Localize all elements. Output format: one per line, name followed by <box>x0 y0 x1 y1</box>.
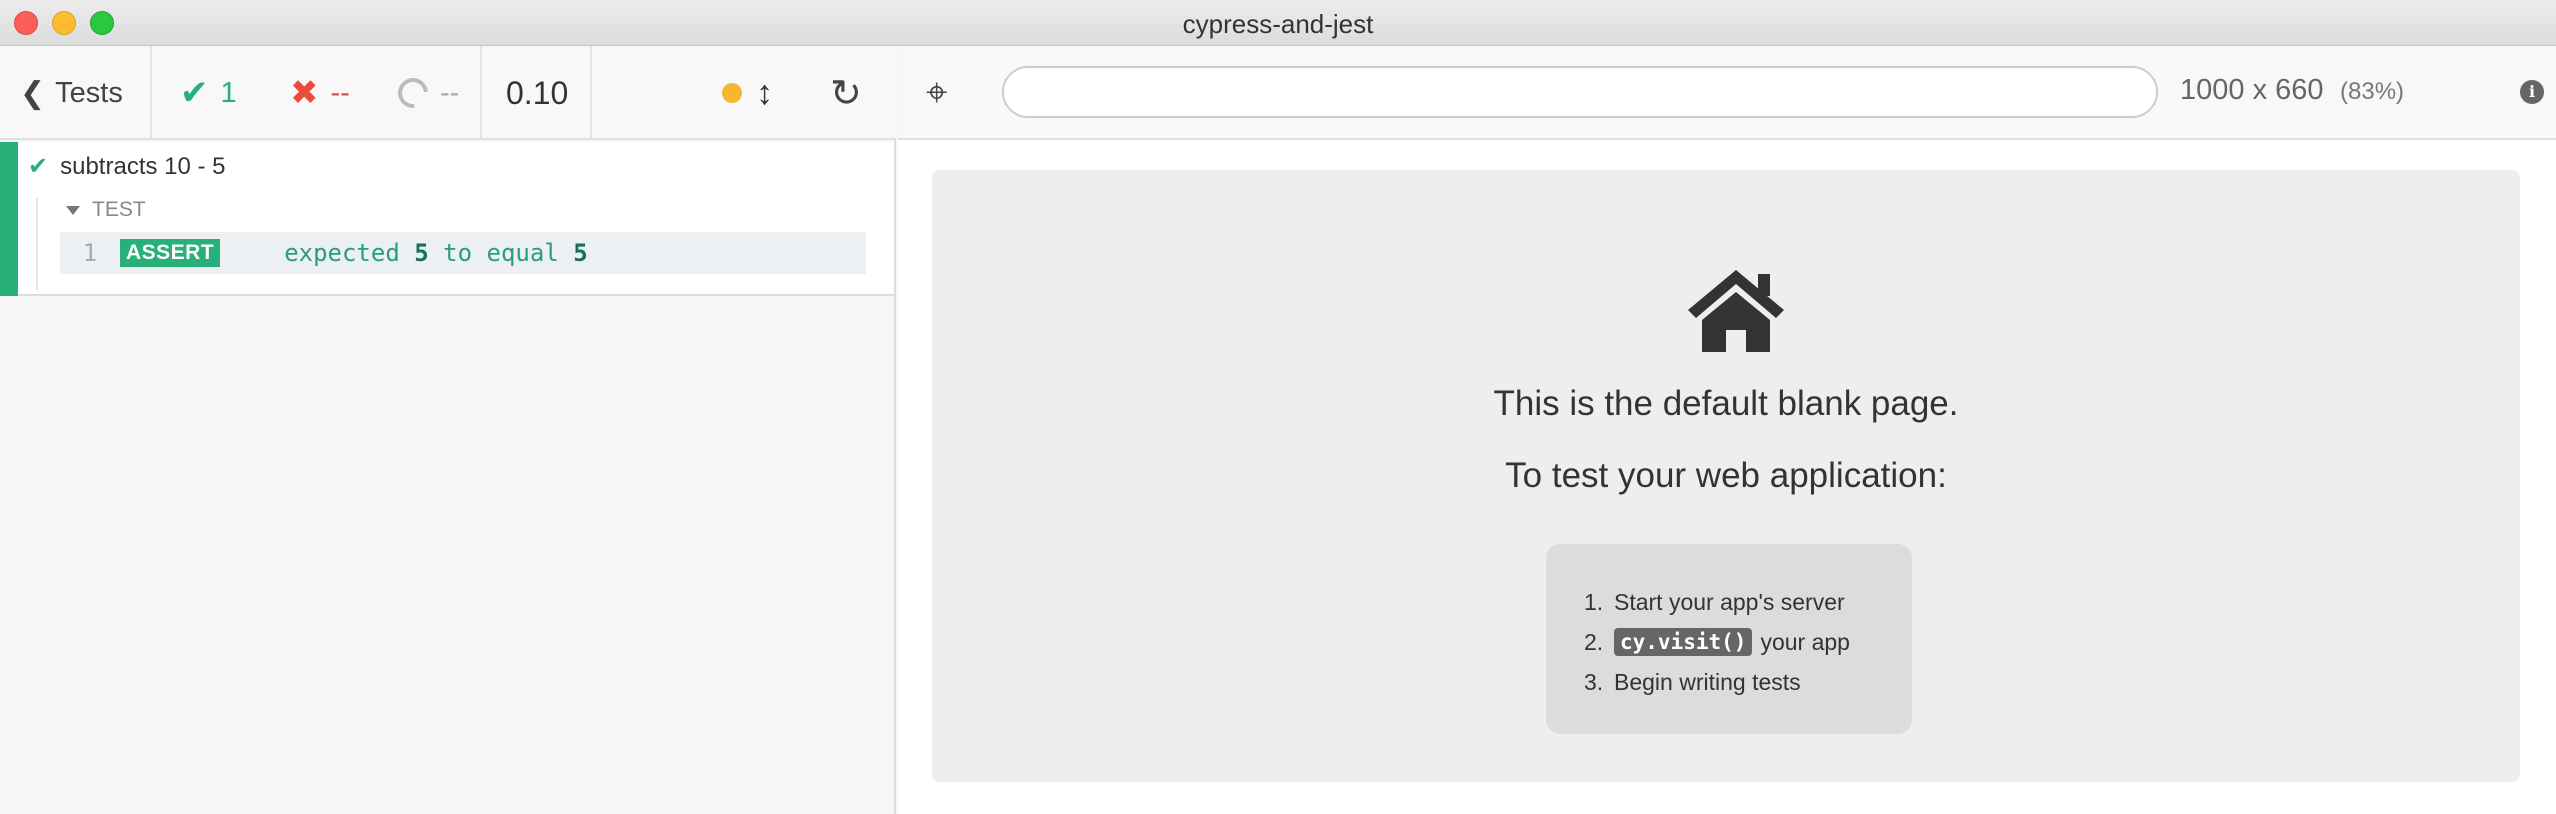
step-text: Start your app's server <box>1614 588 1845 615</box>
viewport-size: 1000 x 660 <box>2180 74 2324 106</box>
test-title[interactable]: ✔ subtracts 10 - 5 <box>28 152 226 181</box>
check-icon: ✔ <box>180 74 209 112</box>
passed-count: ✔ 1 <box>180 46 237 140</box>
test-title-text: subtracts 10 - 5 <box>60 152 226 180</box>
instruction-step: 2. cy.visit() your app <box>1584 622 1912 662</box>
window-titlebar: cypress-and-jest <box>0 0 2556 46</box>
hook-header-test[interactable]: TEST <box>66 198 146 222</box>
selector-playground-button[interactable]: ⌖ <box>926 72 947 115</box>
message-text: expected <box>284 239 400 267</box>
step-code: cy.visit() <box>1614 628 1753 656</box>
auto-scroll-toggle[interactable]: ↕ <box>722 46 773 140</box>
message-value: 5 <box>573 239 588 267</box>
status-dot-icon <box>722 83 742 103</box>
caret-down-icon <box>66 205 80 215</box>
step-number: 2. <box>1584 628 1604 655</box>
failed-count: ✖ -- <box>290 46 350 140</box>
message-text: to equal <box>443 239 559 267</box>
step-text: Begin writing tests <box>1614 668 1801 695</box>
arrows-vertical-icon: ↕ <box>756 73 773 112</box>
instruction-step: 3. Begin writing tests <box>1584 662 1912 702</box>
step-number: 3. <box>1584 668 1604 695</box>
viewport-scale: (83%) <box>2340 78 2405 105</box>
app-under-test-panel: ⌖ 1000 x 660 (83%) i This is the default… <box>898 46 2556 814</box>
hook-label: TEST <box>92 198 146 221</box>
url-input[interactable] <box>1002 66 2158 118</box>
reload-icon: ↻ <box>830 72 862 115</box>
back-to-tests-button[interactable]: ❮ Tests <box>20 46 123 140</box>
step-number: 1. <box>1584 588 1604 615</box>
reporter-toolbar: ❮ Tests ✔ 1 ✖ -- -- 0.10 ↕ ↻ <box>0 46 896 140</box>
home-icon <box>1684 268 1788 357</box>
run-duration: 0.10 <box>506 74 569 111</box>
toolbar-divider <box>150 46 152 140</box>
command-name-badge: ASSERT <box>120 239 221 267</box>
spinner-icon <box>391 71 435 115</box>
window-title: cypress-and-jest <box>1182 9 1374 39</box>
pending-count: -- <box>391 46 460 140</box>
info-icon[interactable]: i <box>2520 80 2544 104</box>
hook-indent-line <box>36 198 38 290</box>
command-number: 1 <box>82 239 98 267</box>
failed-count-value: -- <box>330 76 350 109</box>
instructions-box: 1. Start your app's server 2. cy.visit()… <box>1546 544 1912 734</box>
message-value: 5 <box>414 239 429 267</box>
toolbar-divider <box>480 46 482 140</box>
aut-iframe: This is the default blank page. To test … <box>932 170 2520 782</box>
pending-count-value: -- <box>440 76 460 109</box>
test-item[interactable]: ✔ subtracts 10 - 5 TEST 1 ASSERT expecte… <box>0 142 894 296</box>
crosshair-icon: ⌖ <box>926 72 948 114</box>
aut-toolbar: ⌖ 1000 x 660 (83%) i <box>898 46 2556 140</box>
reporter-panel: ❮ Tests ✔ 1 ✖ -- -- 0.10 ↕ ↻ ✔ subtracts… <box>0 46 896 814</box>
rerun-tests-button[interactable]: ↻ <box>830 46 862 140</box>
blank-page-subheading: To test your web application: <box>1505 456 1947 495</box>
command-message: expected 5 to equal 5 <box>284 239 587 267</box>
toolbar-divider <box>590 46 592 140</box>
test-state-bar <box>0 142 18 296</box>
cross-icon: ✖ <box>290 74 319 112</box>
instruction-step: 1. Start your app's server <box>1584 582 1912 622</box>
check-icon: ✔ <box>28 153 49 180</box>
passed-count-value: 1 <box>220 76 237 109</box>
blank-page-heading: This is the default blank page. <box>1493 384 1959 423</box>
command-row[interactable]: 1 ASSERT expected 5 to equal 5 <box>60 232 866 274</box>
chevron-left-icon: ❮ <box>20 76 46 110</box>
step-text: your app <box>1760 628 1850 655</box>
back-to-tests-label: Tests <box>55 76 123 109</box>
